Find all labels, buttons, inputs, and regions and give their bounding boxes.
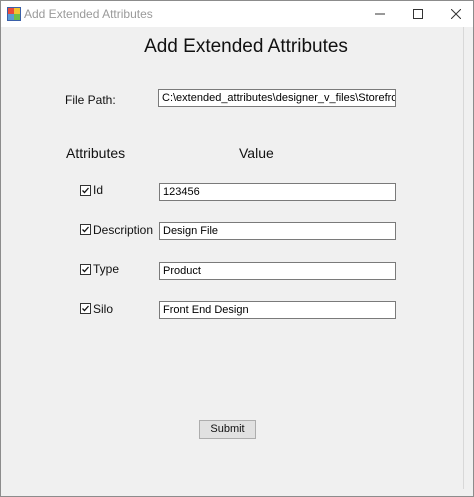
- type-attribute-label: Type: [93, 262, 120, 276]
- form-heading: Add Extended Attributes: [144, 36, 348, 57]
- minimize-button[interactable]: [361, 1, 399, 27]
- id-value-input[interactable]: 123456: [159, 183, 396, 201]
- window-divider: [463, 27, 464, 489]
- app-window: Add Extended Attributes Add Extended Att…: [0, 0, 474, 497]
- type-value-input[interactable]: Product: [159, 262, 396, 280]
- title-bar[interactable]: Add Extended Attributes: [1, 1, 473, 27]
- attributes-column-header: Attributes: [66, 145, 126, 161]
- value-column-header: Value: [239, 145, 274, 161]
- close-icon: [451, 9, 461, 19]
- checkmark-icon: [82, 305, 89, 312]
- checkmark-icon: [82, 266, 89, 273]
- silo-attribute-label: Silo: [93, 302, 114, 316]
- silo-checkbox[interactable]: [80, 303, 91, 314]
- close-button[interactable]: [437, 1, 474, 27]
- checkmark-icon: [82, 187, 89, 194]
- submit-button[interactable]: Submit: [199, 420, 256, 439]
- window-title: Add Extended Attributes: [24, 7, 153, 21]
- id-attribute-label: Id: [93, 183, 104, 197]
- checkmark-icon: [82, 226, 89, 233]
- maximize-button[interactable]: [399, 1, 437, 27]
- description-attribute-label: Description: [93, 223, 154, 237]
- file-path-label: File Path:: [65, 93, 116, 107]
- silo-value-input[interactable]: Front End Design: [159, 301, 396, 319]
- description-value-input[interactable]: Design File: [159, 222, 396, 240]
- id-checkbox[interactable]: [80, 185, 91, 196]
- minimize-icon: [375, 13, 385, 15]
- file-path-input[interactable]: C:\extended_attributes\designer_v_files\…: [158, 89, 396, 107]
- app-icon: [7, 7, 21, 21]
- maximize-icon: [413, 9, 423, 19]
- description-checkbox[interactable]: [80, 224, 91, 235]
- type-checkbox[interactable]: [80, 264, 91, 275]
